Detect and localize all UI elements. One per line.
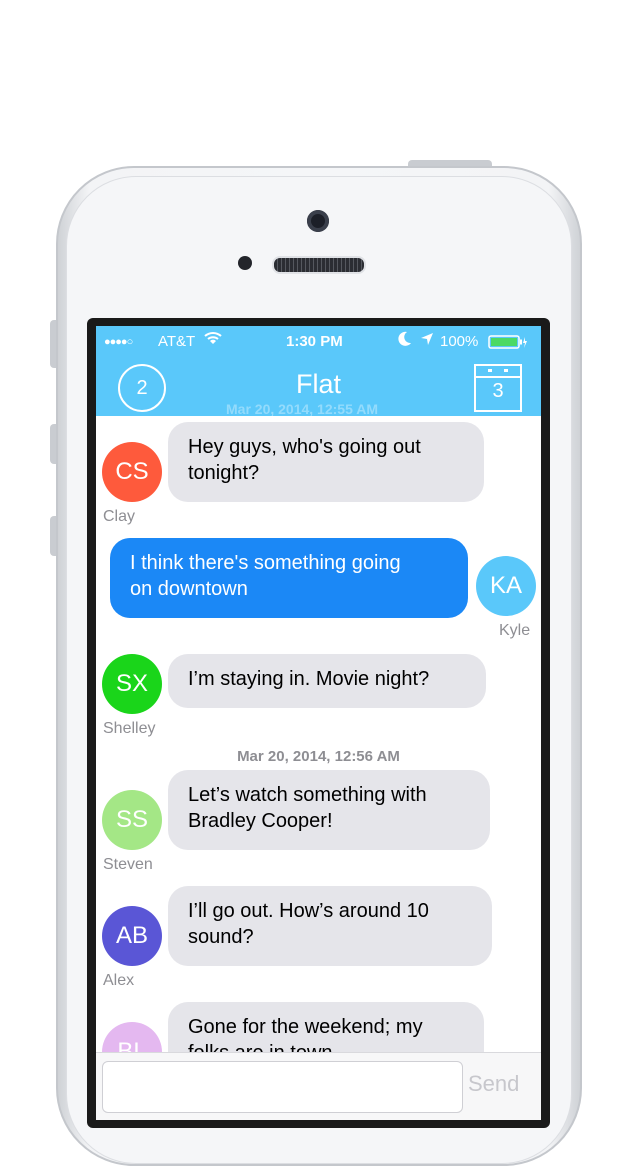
message-bubble[interactable]: Gone for the weekend; my folks are in to… [168, 1002, 484, 1052]
message-text: folks are in town [188, 1040, 464, 1052]
message-bubble[interactable]: I think there's something going on downt… [110, 538, 468, 618]
sender-name: Shelley [103, 720, 156, 737]
message-text: I’m staying in. Movie night? [188, 668, 430, 690]
app-screen: ●●●●○ AT&T 1:30 PM 100% 2 Flat 3 Mar 20,… [96, 326, 541, 1120]
calendar-icon [476, 366, 520, 378]
avatar[interactable]: KA [476, 556, 536, 616]
avatar[interactable]: SX [102, 654, 162, 714]
sender-name: Kyle [499, 622, 531, 639]
message-text: sound? [188, 926, 254, 948]
message-text: Let’s watch something with [188, 784, 427, 806]
message-composer: Send [96, 1052, 541, 1120]
battery-icon [488, 335, 528, 353]
wifi-icon [204, 330, 222, 350]
message-text: I think there's something going [130, 552, 401, 574]
avatar[interactable]: SS [102, 790, 162, 850]
carrier-label: AT&T [158, 333, 196, 350]
front-camera [307, 210, 329, 232]
calendar-count: 3 [492, 380, 504, 402]
message-text: on downtown [130, 578, 248, 600]
battery-percent: 100% [440, 333, 479, 350]
earpiece-speaker [272, 256, 366, 274]
avatar[interactable]: BL [102, 1022, 162, 1052]
message-list[interactable]: CS Hey guys, who's going out tonight? Cl… [96, 416, 541, 1052]
clock: 1:30 PM [286, 333, 343, 350]
message-bubble[interactable]: Let’s watch something with Bradley Coope… [168, 770, 490, 850]
message-bubble[interactable]: I’m staying in. Movie night? [168, 654, 486, 708]
avatar[interactable]: CS [102, 442, 162, 502]
send-button[interactable]: Send [468, 1071, 519, 1097]
proximity-sensor [238, 256, 252, 270]
avatar[interactable]: AB [102, 906, 162, 966]
status-bar: ●●●●○ AT&T 1:30 PM 100% [96, 326, 541, 358]
message-text: Hey guys, who's going out [188, 436, 421, 458]
sender-name: Steven [103, 856, 153, 873]
message-text: Gone for the weekend; my [188, 1016, 423, 1038]
message-input[interactable] [102, 1061, 463, 1113]
location-arrow-icon [420, 332, 434, 350]
message-bubble[interactable]: I’ll go out. How’s around 10 sound? [168, 886, 492, 966]
ghost-timestamp: Mar 20, 2014, 12:55 AM [226, 401, 379, 417]
calendar-button[interactable]: 3 [474, 364, 522, 412]
sender-name: Alex [103, 972, 135, 989]
message-text: tonight? [188, 462, 260, 484]
message-text: I’ll go out. How’s around 10 [188, 900, 429, 922]
date-separator: Mar 20, 2014, 12:56 AM [237, 748, 400, 765]
message-bubble[interactable]: Hey guys, who's going out tonight? [168, 422, 484, 502]
message-text: Bradley Cooper! [188, 810, 333, 832]
signal-strength: ●●●●○ [104, 336, 133, 348]
moon-icon [398, 331, 412, 351]
sender-name: Clay [103, 508, 136, 525]
